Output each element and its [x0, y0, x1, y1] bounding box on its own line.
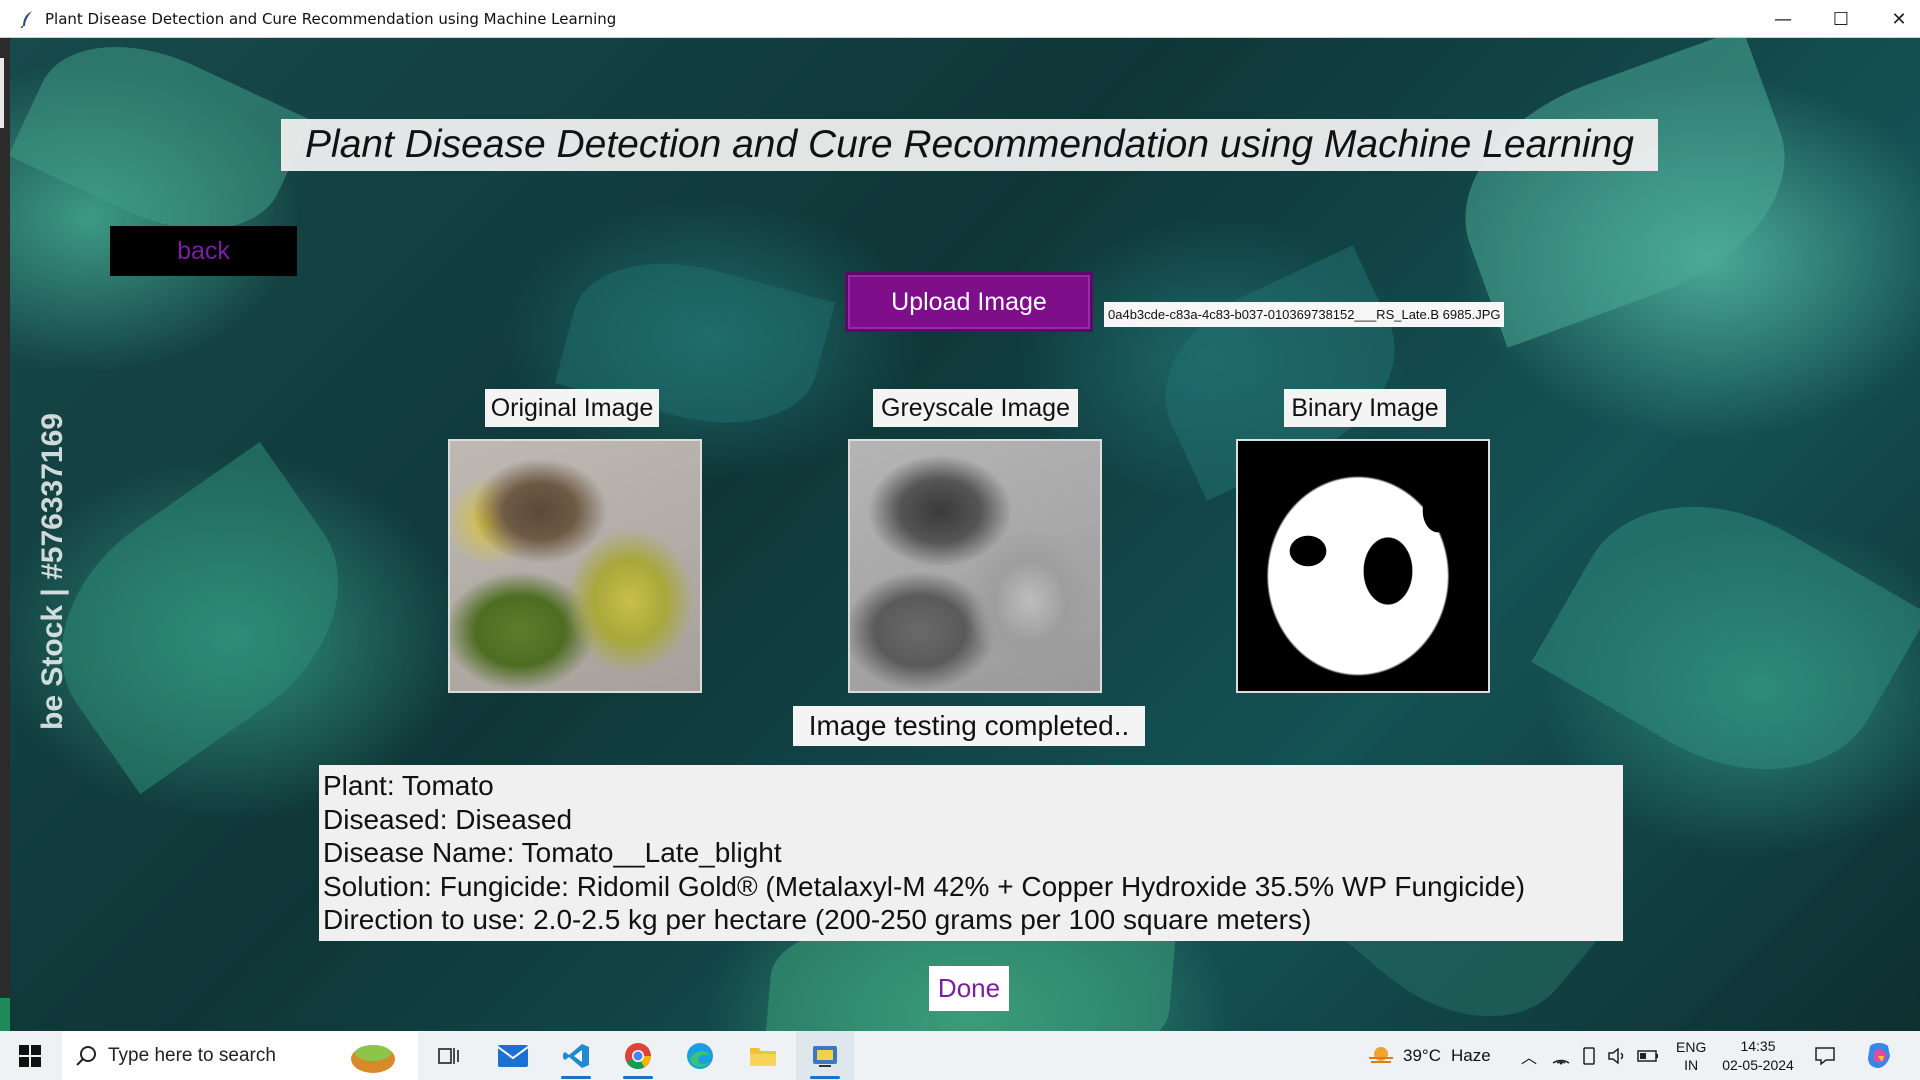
app-heading: Plant Disease Detection and Cure Recomme… [281, 119, 1658, 171]
taskbar: Type here to search 39°C Haze ︿ ENG IN 1… [0, 1031, 1920, 1080]
start-button[interactable] [0, 1031, 60, 1080]
task-view-button[interactable] [420, 1031, 478, 1080]
upload-image-button[interactable]: Upload Image [845, 272, 1093, 332]
volume-icon[interactable] [1607, 1046, 1627, 1065]
copilot-button[interactable] [1864, 1031, 1894, 1080]
status-message: Image testing completed.. [793, 706, 1145, 746]
weather-temp: 39°C [1403, 1045, 1441, 1065]
uploaded-filename: 0a4b3cde-c83a-4c83-b037-010369738152___R… [1104, 302, 1505, 327]
stock-watermark: be Stock | #576337169 [36, 413, 69, 730]
lang-bottom: IN [1684, 1056, 1699, 1073]
result-diseased: Diseased: Diseased [323, 803, 573, 835]
edge-app[interactable] [671, 1031, 729, 1080]
vscode-app[interactable] [547, 1031, 605, 1080]
python-feather-icon [813, 1045, 837, 1067]
mail-icon [498, 1044, 528, 1067]
weather-desc: Haze [1450, 1045, 1491, 1065]
weather-widget[interactable]: 39°C Haze [1367, 1031, 1491, 1080]
weather-haze-icon [1369, 1046, 1393, 1063]
chrome-app[interactable] [609, 1031, 667, 1080]
original-image-label: Original Image [485, 389, 659, 427]
result-panel: Plant: Tomato Diseased: Diseased Disease… [319, 765, 1623, 941]
result-disease-name: Disease Name: Tomato__Late_blight [323, 837, 782, 868]
copilot-icon [1868, 1042, 1890, 1068]
clock-time: 14:35 [1740, 1037, 1776, 1054]
greyscale-leaf-image [848, 439, 1102, 693]
taskbar-search[interactable]: Type here to search [62, 1031, 418, 1080]
maximize-button[interactable]: ☐ [1812, 0, 1870, 38]
search-icon [76, 1046, 96, 1066]
clock[interactable]: 14:35 02-05-2024 [1716, 1031, 1800, 1080]
feather-icon [20, 11, 32, 28]
chevron-up-icon[interactable]: ︿ [1521, 1044, 1537, 1068]
device-icon[interactable] [1581, 1046, 1597, 1065]
window-titlebar: Plant Disease Detection and Cure Recomme… [0, 0, 1920, 38]
chrome-icon [625, 1042, 652, 1069]
file-explorer-app[interactable] [734, 1031, 792, 1080]
language-indicator[interactable]: ENG IN [1676, 1031, 1706, 1080]
edge-accent [0, 998, 10, 1031]
lang-top: ENG [1676, 1038, 1707, 1055]
network-icon[interactable] [1551, 1047, 1571, 1065]
original-leaf-image [448, 439, 702, 693]
tray-icons: ︿ [1521, 1031, 1659, 1080]
binary-image-label: Binary Image [1284, 389, 1446, 427]
search-highlight-icon [351, 1045, 395, 1073]
vscode-icon [563, 1043, 589, 1068]
greyscale-image-label: Greyscale Image [873, 389, 1078, 427]
result-plant: Plant: Tomato [323, 770, 494, 801]
notification-icon [1815, 1046, 1835, 1066]
done-button[interactable]: Done [929, 966, 1009, 1011]
notifications-button[interactable] [1814, 1031, 1836, 1080]
edge-icon [687, 1042, 713, 1069]
battery-icon[interactable] [1637, 1049, 1659, 1063]
minimize-button[interactable]: — [1754, 0, 1812, 38]
back-button[interactable]: back [110, 226, 297, 276]
python-app[interactable] [796, 1031, 854, 1080]
close-button[interactable]: ✕ [1870, 0, 1920, 38]
result-direction: Direction to use: 2.0-2.5 kg per hectare… [323, 904, 1312, 935]
search-placeholder: Type here to search [108, 1044, 276, 1066]
left-edge-strip [0, 38, 10, 1031]
folder-icon [750, 1047, 776, 1066]
result-solution: Solution: Fungicide: Ridomil Gold® (Meta… [323, 870, 1526, 902]
task-view-icon [438, 1047, 459, 1064]
window-title: Plant Disease Detection and Cure Recomme… [45, 10, 617, 28]
binary-leaf-image [1236, 439, 1490, 693]
mail-app[interactable] [484, 1031, 542, 1080]
scroll-indicator [0, 58, 4, 128]
windows-icon [19, 1044, 41, 1067]
clock-date: 02-05-2024 [1722, 1056, 1794, 1073]
